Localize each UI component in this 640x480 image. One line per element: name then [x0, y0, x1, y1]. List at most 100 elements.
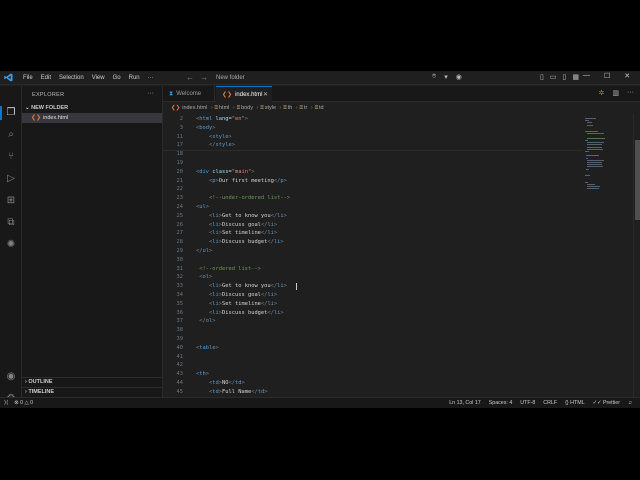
- line-number: 19: [176, 160, 184, 166]
- code-line[interactable]: 20 <div class="main">: [163, 168, 583, 177]
- code-line[interactable]: 21 <p>Our first meeting</p>: [163, 177, 583, 186]
- code-line[interactable]: 38: [163, 326, 583, 335]
- line-number: 20: [176, 168, 184, 175]
- menu-run[interactable]: Run: [125, 74, 144, 82]
- toggle-panel-icon[interactable]: ▭: [550, 73, 557, 81]
- code-line[interactable]: 43 <th>: [163, 370, 583, 379]
- extensions-icon[interactable]: ⊞: [5, 195, 17, 207]
- code-editor[interactable]: 2 <html lang="en"> 3 <body> 11 <style> 17 </s…: [163, 114, 633, 397]
- copilot-chevron-icon[interactable]: ▾: [444, 73, 448, 81]
- code-line[interactable]: 36 <li>Discuss budget</li>: [163, 309, 583, 318]
- line-number: 29: [176, 248, 184, 254]
- code-line[interactable]: 41: [163, 353, 583, 362]
- file-index-html[interactable]: ❮❯ index.html: [22, 113, 162, 123]
- code-line[interactable]: 32 <ol>: [163, 273, 583, 282]
- code-line[interactable]: 26 <li>Discuss goal</li>: [163, 221, 583, 230]
- line-number: 45: [176, 388, 184, 395]
- indentation[interactable]: Spaces: 4: [489, 398, 513, 408]
- menu-selection[interactable]: Selection: [55, 74, 88, 82]
- search-icon[interactable]: ⌕: [5, 129, 17, 141]
- customize-layout-icon[interactable]: ▦: [572, 73, 579, 81]
- code-line[interactable]: 40 <table>: [163, 344, 583, 353]
- code-line[interactable]: 2 <html lang="en">: [163, 115, 583, 124]
- minimize-icon[interactable]: —: [583, 72, 590, 80]
- command-center-search[interactable]: New folder: [212, 73, 422, 83]
- scroll-thumb[interactable]: [635, 140, 640, 220]
- code-line[interactable]: 17 </style>: [163, 141, 583, 150]
- notifications-bell-icon[interactable]: ♫: [628, 398, 632, 408]
- explorer-more-button[interactable]: ···: [147, 90, 154, 97]
- remote-explorer-icon[interactable]: ⧉: [5, 217, 17, 229]
- maximize-icon[interactable]: ☐: [604, 72, 610, 80]
- menu-edit[interactable]: Edit: [37, 74, 55, 82]
- menu-file[interactable]: File: [19, 74, 37, 82]
- run-extension-icon[interactable]: ✲: [599, 89, 605, 97]
- minimap-line: [585, 157, 589, 159]
- more-actions-icon[interactable]: ···: [627, 89, 634, 97]
- code-line[interactable]: 30: [163, 256, 583, 265]
- remote-indicator-icon[interactable]: ⟩⟨: [4, 398, 8, 408]
- breadcrumb-item[interactable]: td: [319, 105, 324, 111]
- split-editor-icon[interactable]: ▥: [612, 89, 619, 97]
- code-line[interactable]: 28 <li>Discuss budget</li>: [163, 238, 583, 247]
- menu-view[interactable]: View: [88, 74, 109, 82]
- language-mode[interactable]: {} HTML: [565, 398, 584, 408]
- copilot-sparkle-icon[interactable]: ✺: [5, 239, 17, 251]
- breadcrumb-separator: ›: [232, 105, 235, 111]
- code-line[interactable]: 39: [163, 335, 583, 344]
- code-line[interactable]: 11 <style>: [163, 133, 583, 142]
- code-line[interactable]: 29 </ul>: [163, 247, 583, 256]
- end-of-line[interactable]: CRLF: [543, 398, 557, 408]
- breadcrumb-item[interactable]: index.html: [182, 105, 207, 111]
- code-line[interactable]: 44 <td>NO</td>: [163, 379, 583, 388]
- code-line[interactable]: 3 <body>: [163, 124, 583, 133]
- code-line[interactable]: 31 <!--ordered list-->: [163, 265, 583, 274]
- menu-more[interactable]: ···: [144, 74, 158, 82]
- menu-go[interactable]: Go: [109, 74, 125, 82]
- code-line[interactable]: 35 <li>Set timeline</li>: [163, 300, 583, 309]
- problems-indicator[interactable]: ⊗ 0 △ 0: [14, 398, 33, 408]
- editor-scrollbar[interactable]: [633, 114, 640, 397]
- code-line[interactable]: 27 <li>Set timeline</li>: [163, 229, 583, 238]
- timeline-section[interactable]: › TIMELINE: [25, 389, 54, 395]
- code-line[interactable]: 22: [163, 185, 583, 194]
- breadcrumb-item[interactable]: tr: [304, 105, 307, 111]
- minimap-line: [587, 164, 603, 166]
- breadcrumb-item[interactable]: th: [288, 105, 293, 111]
- run-debug-icon[interactable]: ▷: [5, 173, 17, 185]
- close-tab-icon[interactable]: ✕: [263, 87, 268, 103]
- back-arrow-icon[interactable]: ←: [186, 73, 200, 82]
- account-circle-icon[interactable]: ◉: [456, 73, 462, 81]
- tab-index-html[interactable]: ❮❯ index.html ✕: [216, 86, 272, 102]
- breadcrumb-item[interactable]: body: [241, 105, 253, 111]
- tag-icon: ⌸: [283, 105, 287, 111]
- minimap[interactable]: [583, 114, 627, 234]
- source-control-icon[interactable]: ⑂: [5, 151, 17, 163]
- breadcrumb-item[interactable]: style: [265, 105, 276, 111]
- code-line[interactable]: 19: [163, 159, 583, 168]
- toggle-secondary-sidebar-icon[interactable]: ▯: [562, 73, 566, 81]
- breadcrumb-item[interactable]: html: [219, 105, 229, 111]
- toggle-sidebar-icon[interactable]: ▯: [540, 73, 544, 81]
- copilot-icon[interactable]: ⌾: [432, 73, 436, 81]
- tab-welcome[interactable]: ⧗ Welcome: [163, 86, 215, 102]
- outline-section[interactable]: › OUTLINE: [25, 379, 53, 385]
- code-line[interactable]: 37 </ol>: [163, 317, 583, 326]
- code-line[interactable]: 25 <li>Get to know you</li>: [163, 212, 583, 221]
- code-line[interactable]: 33 <li>Get to know you</li>: [163, 282, 583, 291]
- prettier-status[interactable]: ✓✓ Prettier: [593, 398, 620, 408]
- tag-icon: ⌸: [236, 105, 241, 111]
- code-line[interactable]: 34 <li>Discuss goal</li>: [163, 291, 583, 300]
- explorer-files-icon[interactable]: ❐: [5, 107, 17, 119]
- code-line[interactable]: 45 <td>Full Name</td>: [163, 388, 583, 397]
- cursor-position[interactable]: Ln 13, Col 17: [449, 398, 481, 408]
- code-line[interactable]: 18: [163, 150, 583, 159]
- code-line[interactable]: 23 <!--under-ordered list-->: [163, 194, 583, 203]
- code-line[interactable]: 42: [163, 361, 583, 370]
- code-line[interactable]: 24 <ul>: [163, 203, 583, 212]
- account-icon[interactable]: ◉: [5, 371, 17, 383]
- folder-new-folder[interactable]: ⌄ NEW FOLDER: [25, 105, 68, 111]
- close-window-icon[interactable]: ✕: [624, 72, 630, 80]
- encoding[interactable]: UTF-8: [520, 398, 535, 408]
- html-file-icon: ❮❯: [31, 115, 42, 121]
